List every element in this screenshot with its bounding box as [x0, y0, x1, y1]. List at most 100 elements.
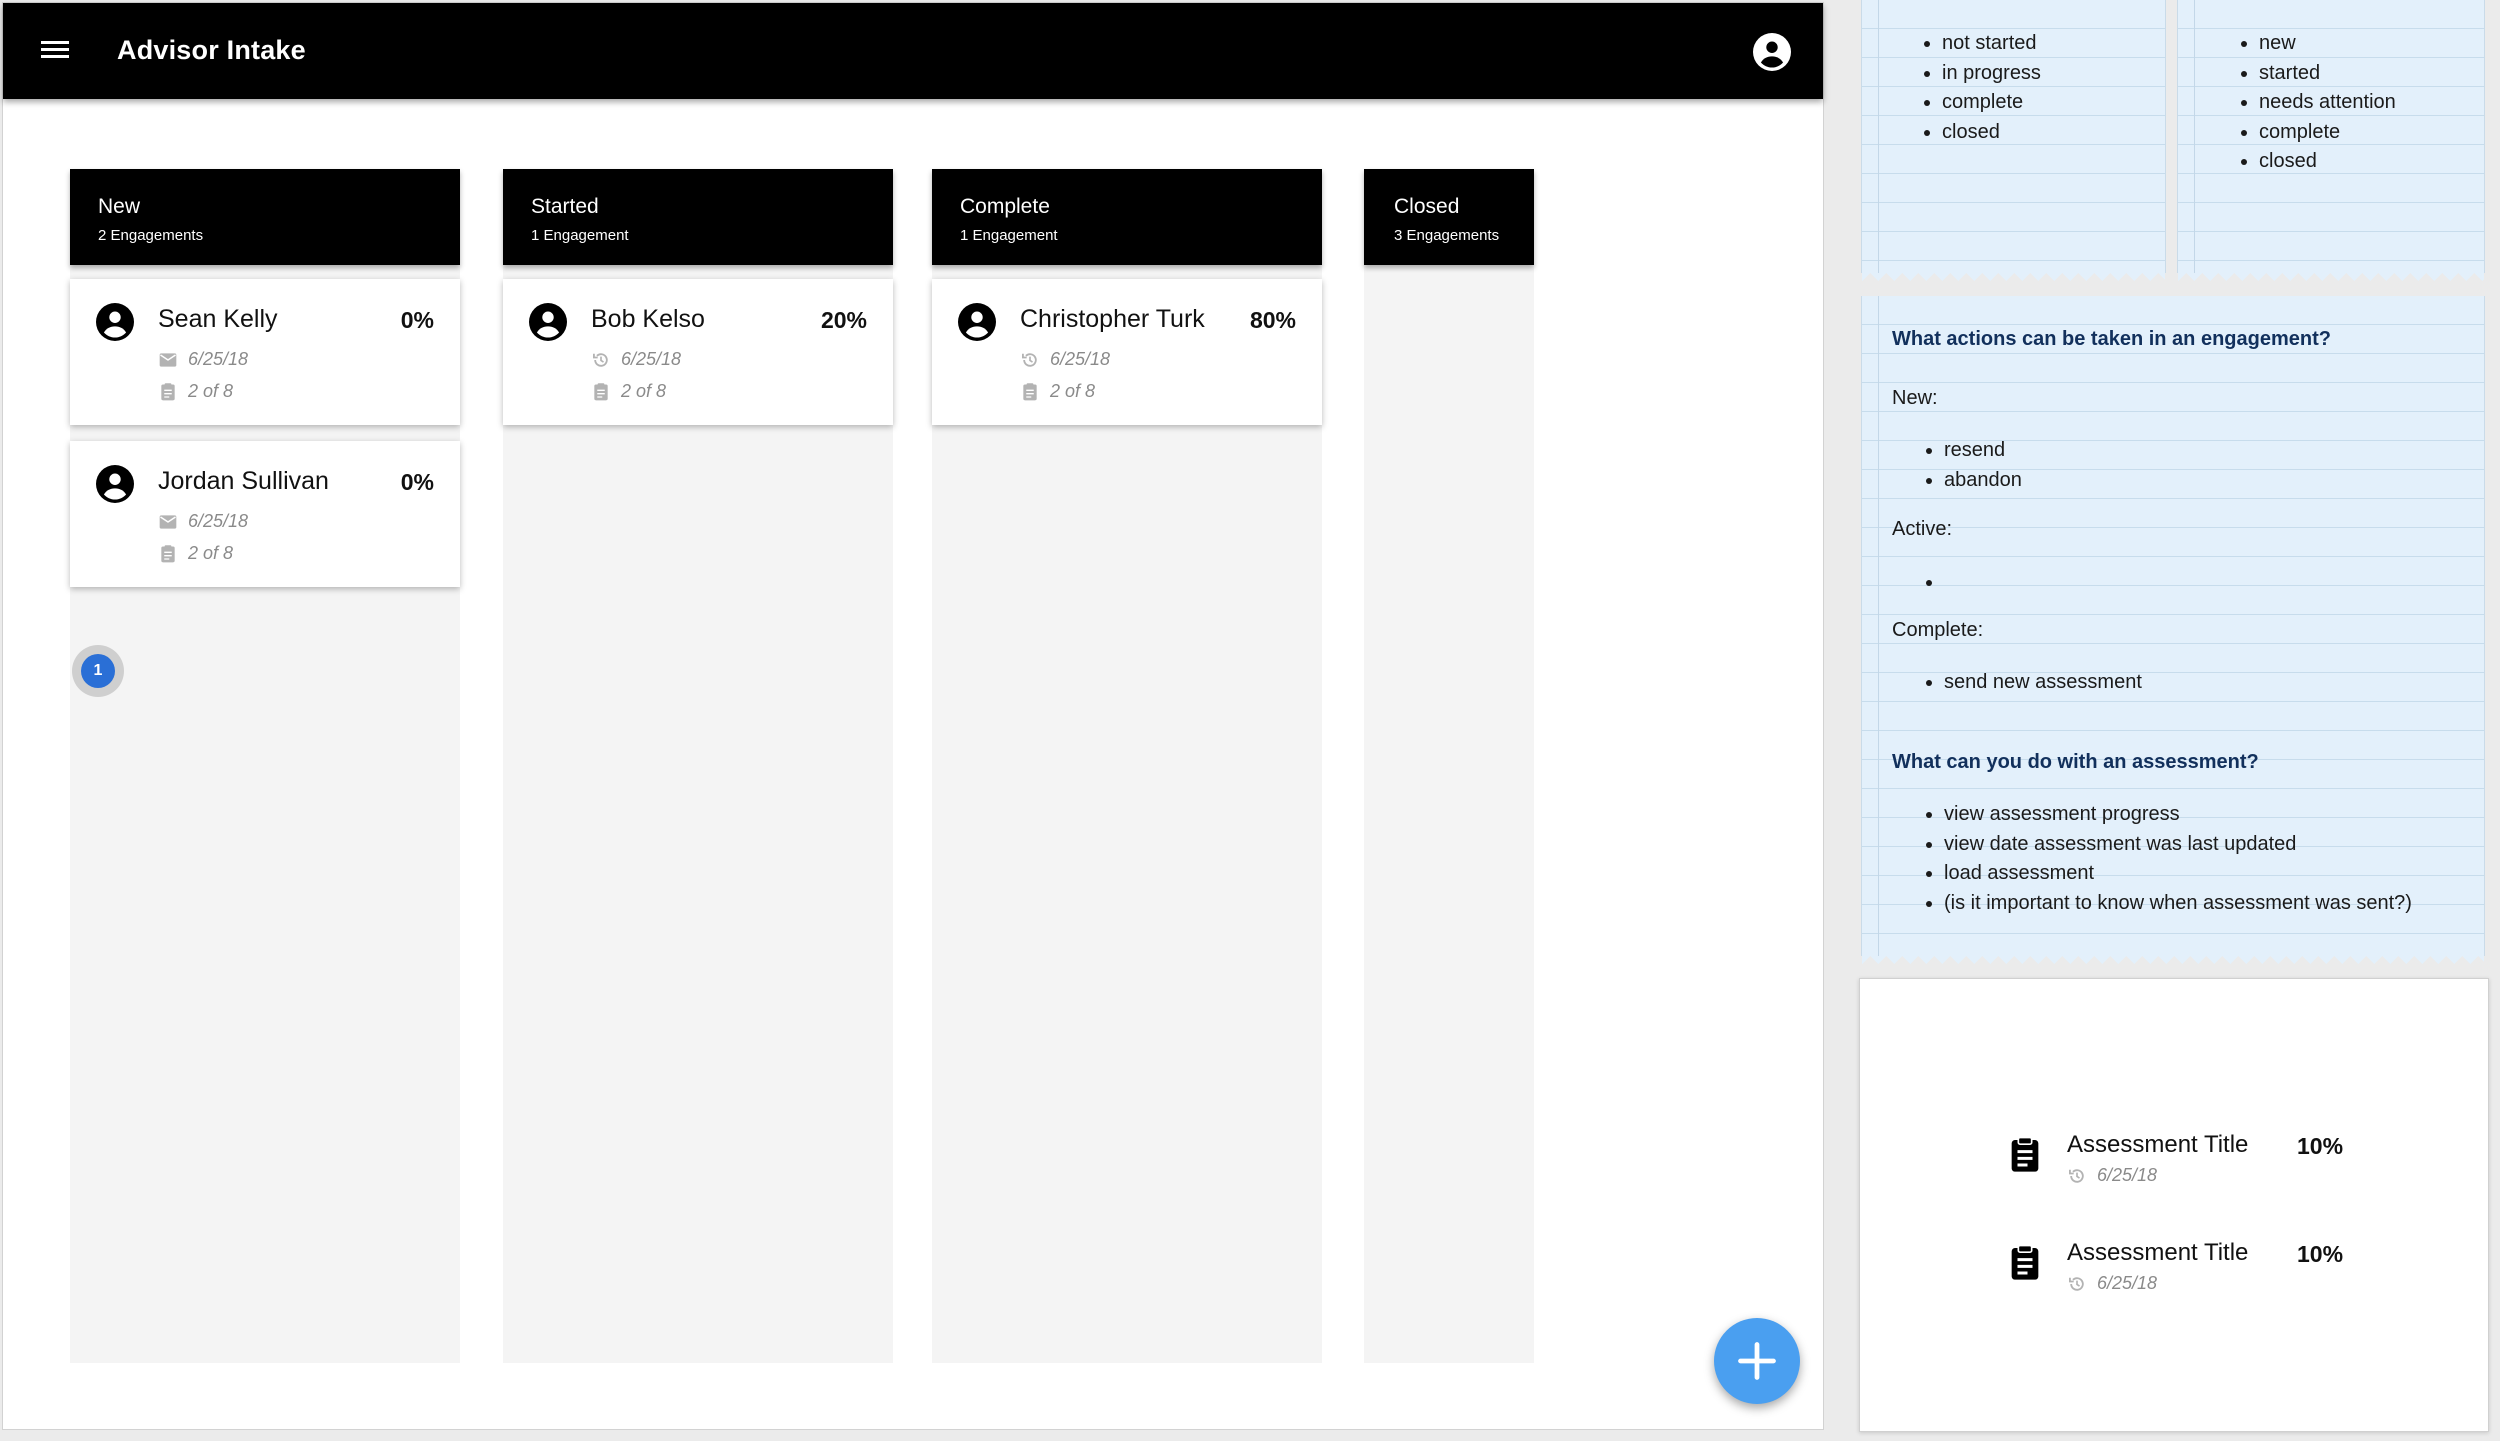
list-item: started [2259, 59, 2396, 89]
active-actions-label: Active: [1892, 518, 1953, 540]
history-icon [1022, 353, 1037, 367]
assessment-status-list: new started needs attention complete clo… [2259, 29, 2396, 177]
assessment-date: 6/25/18 [2097, 1273, 2158, 1293]
assessment-title: Assessment Title [2067, 1131, 2249, 1158]
column-title: New [98, 195, 141, 218]
list-item: load assessment [1944, 859, 2412, 889]
column-started: Started 1 Engagement Bob Kelso 20% 6/25/… [503, 169, 893, 1363]
sticky-note-engagement-statuses: not started in progress complete closed [1861, 0, 2166, 281]
page-badge[interactable]: 1 [72, 645, 124, 697]
engagement-date-row: 6/25/18 [591, 349, 791, 371]
note-margin-line [1878, 0, 1879, 273]
list-item: closed [1942, 118, 2041, 148]
engagement-card-bob-kelso[interactable]: Bob Kelso 20% 6/25/18 2 of 8 [503, 279, 893, 425]
column-count: 3 Engagements [1394, 227, 1500, 244]
clipboard-icon [2011, 1244, 2039, 1280]
clipboard-icon [1023, 383, 1037, 401]
list-item: complete [2259, 118, 2396, 148]
assessment-percent: 10% [2297, 1133, 2344, 1159]
list-item: not started [1942, 29, 2041, 59]
app-bar: Advisor Intake [3, 3, 1823, 99]
sticky-note-actions: What actions can be taken in an engageme… [1861, 296, 2485, 964]
engagement-percent: 20% [820, 307, 867, 333]
column-complete: Complete 1 Engagement Christopher Turk 8… [932, 169, 1322, 1363]
column-count: 1 Engagement [531, 227, 629, 244]
account-circle-icon[interactable] [1753, 33, 1791, 71]
engagement-progress: 2 of 8 [1050, 381, 1096, 401]
assessment-actions-list: view assessment progress view date asses… [1944, 800, 2412, 918]
list-item [1944, 568, 1950, 598]
account-circle-icon [529, 303, 567, 341]
active-actions-list [1944, 568, 1950, 598]
complete-actions-label: Complete: [1892, 619, 1984, 641]
engagement-progress: 2 of 8 [621, 381, 667, 401]
list-item: complete [1942, 88, 2041, 118]
clipboard-icon [161, 545, 175, 563]
engagement-percent: 0% [400, 469, 434, 495]
clipboard-icon [594, 383, 608, 401]
engagement-date: 6/25/18 [188, 349, 249, 369]
list-item: abandon [1944, 466, 2022, 496]
app-title: Advisor Intake [117, 35, 306, 65]
clipboard-icon [161, 383, 175, 401]
list-item: new [2259, 29, 2396, 59]
list-item: (is it important to know when assessment… [1944, 889, 2412, 919]
list-item: in progress [1942, 59, 2041, 89]
history-icon [2069, 1169, 2084, 1183]
assessment-title: Assessment Title [2067, 1239, 2249, 1266]
engagement-progress-row: 2 of 8 [591, 381, 791, 403]
column-closed: Closed 3 Engagements [1364, 169, 1534, 1363]
mail-icon [159, 515, 177, 529]
add-engagement-button[interactable] [1714, 1318, 1800, 1404]
account-circle-icon [96, 303, 134, 341]
engagement-percent: 80% [1249, 307, 1296, 333]
new-actions-list: resend abandon [1944, 436, 2022, 495]
engagement-name: Jordan Sullivan [158, 467, 329, 495]
engagement-date-row: 6/25/18 [158, 511, 358, 533]
mail-icon [159, 353, 177, 367]
list-item: closed [2259, 147, 2396, 177]
column-header-complete: Complete 1 Engagement [932, 169, 1322, 265]
assessment-item[interactable]: Assessment Title 10% 6/25/18 [2005, 1131, 2365, 1193]
column-count: 1 Engagement [960, 227, 1058, 244]
plus-icon [1738, 1342, 1776, 1380]
assessment-item[interactable]: Assessment Title 10% 6/25/18 [2005, 1239, 2365, 1301]
list-item: resend [1944, 436, 2022, 466]
engagement-status-list: not started in progress complete closed [1942, 29, 2041, 147]
engagement-card-sean-kelly[interactable]: Sean Kelly 0% 6/25/18 2 of 8 [70, 279, 460, 425]
engagement-progress-row: 2 of 8 [1020, 381, 1220, 403]
account-circle-icon [96, 465, 134, 503]
engagement-name: Bob Kelso [591, 305, 705, 333]
assessment-panel: Assessment Title 10% 6/25/18 Assessment … [1859, 978, 2489, 1432]
column-new: New 2 Engagements Sean Kelly 0% 6/25/18 … [70, 169, 460, 1363]
engagement-card-jordan-sullivan[interactable]: Jordan Sullivan 0% 6/25/18 2 of 8 [70, 441, 460, 587]
complete-actions-list: send new assessment [1944, 668, 2142, 698]
page-badge-number: 1 [81, 654, 115, 688]
clipboard-icon [2011, 1136, 2039, 1172]
engagement-card-christopher-turk[interactable]: Christopher Turk 80% 6/25/18 2 of 8 [932, 279, 1322, 425]
note-margin-line [1878, 296, 1879, 956]
column-header-new: New 2 Engagements [70, 169, 460, 265]
new-actions-label: New: [1892, 387, 1938, 409]
hamburger-menu-icon[interactable] [39, 37, 71, 63]
note-margin-line [2194, 0, 2195, 273]
history-icon [2069, 1277, 2084, 1291]
engagement-name: Sean Kelly [158, 305, 278, 333]
column-title: Started [531, 195, 599, 218]
engagement-percent: 0% [400, 307, 434, 333]
column-header-started: Started 1 Engagement [503, 169, 893, 265]
engagement-progress-row: 2 of 8 [158, 543, 358, 565]
column-count: 2 Engagements [98, 227, 204, 244]
engagement-actions-question: What actions can be taken in an engageme… [1892, 328, 2331, 350]
assessment-actions-question: What can you do with an assessment? [1892, 751, 2259, 773]
column-title: Closed [1394, 195, 1460, 218]
history-icon [593, 353, 608, 367]
app-window: Advisor Intake New 2 Engagements Sean Ke… [2, 2, 1824, 1430]
assessment-percent: 10% [2297, 1241, 2344, 1267]
list-item: view assessment progress [1944, 800, 2412, 830]
engagement-date: 6/25/18 [188, 511, 249, 531]
column-title: Complete [960, 195, 1050, 218]
list-item: view date assessment was last updated [1944, 830, 2412, 860]
account-circle-icon [958, 303, 996, 341]
sticky-note-assessment-statuses: new started needs attention complete clo… [2177, 0, 2485, 281]
